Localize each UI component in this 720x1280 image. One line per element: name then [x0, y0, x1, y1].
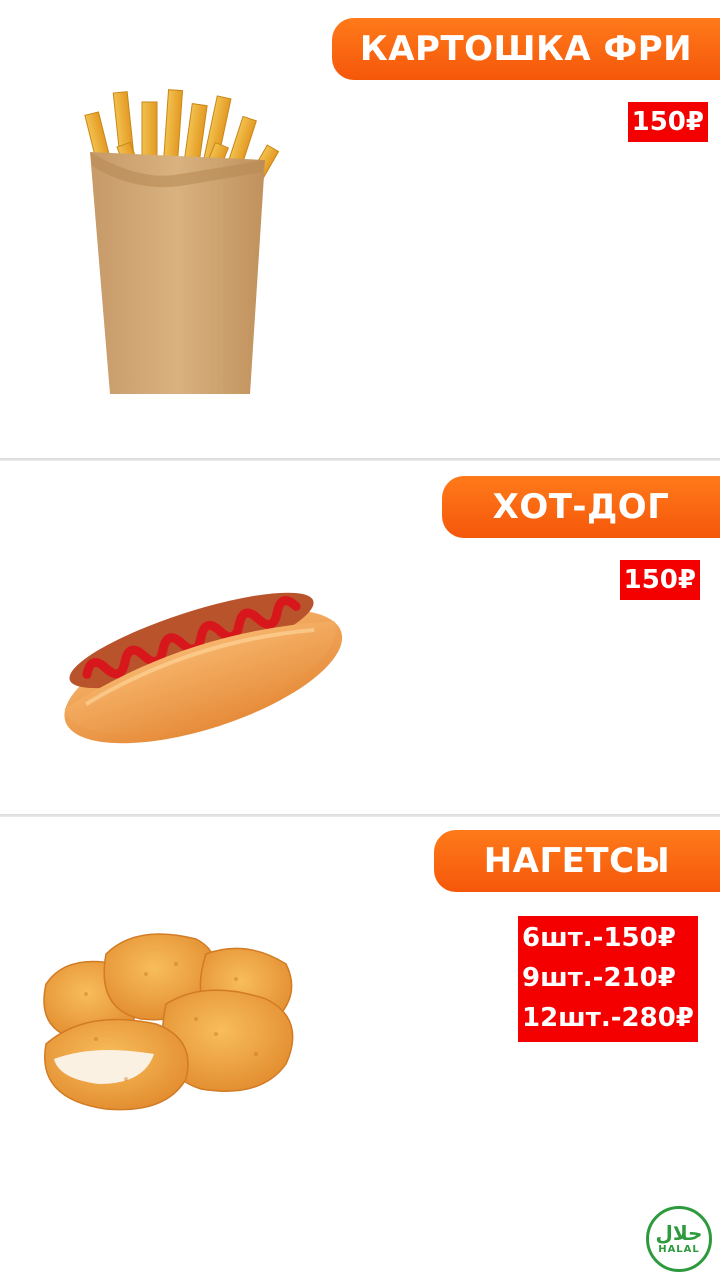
nuggets-price-9: 9шт.-210₽ — [522, 963, 676, 993]
fries-icon — [84, 89, 280, 394]
nuggets-price-12: 12шт.-280₽ — [522, 1003, 694, 1033]
nuggets-price-list: 6шт.-150₽ 9шт.-210₽ 12шт.-280₽ — [518, 916, 698, 1042]
halal-label: HALAL — [658, 1244, 700, 1255]
fries-title-banner: КАРТОШКА ФРИ — [332, 18, 720, 80]
section-divider — [0, 458, 720, 461]
hotdog-price: 150₽ — [619, 560, 700, 600]
nuggets-price-6: 6шт.-150₽ — [522, 923, 676, 953]
halal-badge-icon: حلال HALAL — [646, 1206, 712, 1272]
section-divider — [0, 814, 720, 817]
hotdog-icon — [64, 592, 343, 744]
nuggets-icon — [43, 933, 294, 1111]
fries-price: 150₽ — [627, 102, 708, 142]
nuggets-title-banner: НАГЕТСЫ — [434, 830, 720, 892]
halal-arabic-text: حلال — [655, 1221, 703, 1245]
hotdog-title-banner: ХОТ-ДОГ — [442, 476, 720, 538]
